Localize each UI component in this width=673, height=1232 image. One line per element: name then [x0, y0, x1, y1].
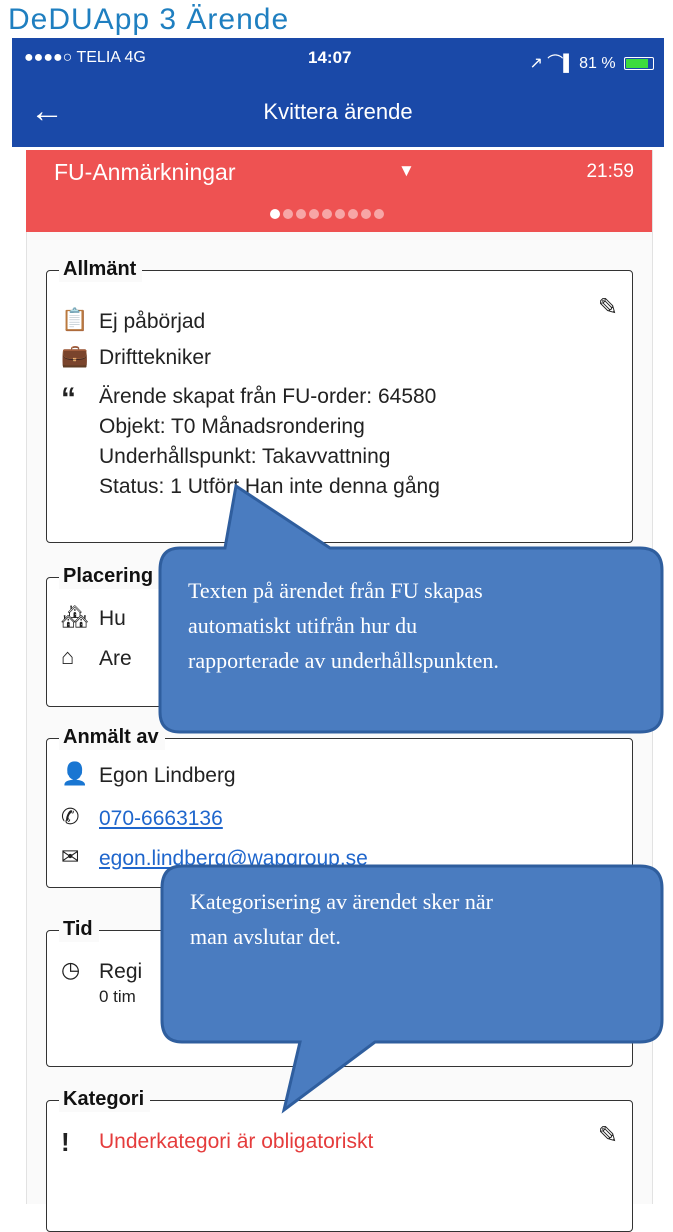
callout-text: Texten på ärendet från FU skapas automat… [188, 573, 499, 678]
home-icon: ⌂ [61, 644, 75, 669]
page-dot[interactable] [348, 209, 358, 219]
area-text: Are [99, 647, 132, 670]
callout-line: Kategorisering av ärendet sker när [190, 889, 493, 914]
phone-row: ✆ 070-6663136 [61, 804, 223, 834]
reporter-name: Egon Lindberg [99, 764, 236, 787]
clipboard-icon: 📋 [61, 307, 89, 332]
page-dot[interactable] [335, 209, 345, 219]
battery-indicator: ↗ ⌒▌ 81 % [529, 49, 654, 73]
header-title: FU-Anmärkningar [54, 159, 236, 185]
section-kategori: Kategori ✎ ! Underkategori är obligatoris… [46, 1086, 633, 1232]
description-row: “ Ärende skapat från FU-order: 64580 Objek… [61, 382, 440, 502]
status-row: 📋 Ej påbörjad [61, 307, 205, 337]
description-line: Ärende skapat från FU-order: 64580 [99, 385, 437, 408]
time-value: 0 tim [99, 987, 136, 1006]
time-label: Regi [99, 960, 143, 983]
callout-line: Texten på ärendet från FU skapas [188, 578, 483, 603]
quote-icon: “ [61, 382, 76, 415]
carrier-label: ●●●●○ TELIA 4G [24, 49, 146, 66]
section-anmalt-av: Anmält av 👤 Egon Lindberg ✆ 070-6663136 ✉ e… [46, 724, 633, 888]
reporter-row: 👤 Egon Lindberg [61, 761, 236, 791]
page-dot[interactable] [322, 209, 332, 219]
briefcase-icon: 💼 [61, 343, 89, 368]
page-dot[interactable] [283, 209, 293, 219]
status-bar: ●●●●○ TELIA 4G 14:07 ↗ ⌒▌ 81 % [12, 38, 664, 77]
description-line: Objekt: T0 Månadsrondering [99, 415, 365, 438]
page-dot[interactable] [361, 209, 371, 219]
email-link[interactable]: egon.lindberg@wapgroup.se [99, 844, 368, 874]
section-legend: Tid [59, 916, 99, 942]
user-icon: 👤 [61, 761, 89, 786]
category-header[interactable]: FU-Anmärkningar ▼ 21:59 [26, 150, 652, 232]
category-warning: Underkategori är obligatoriskt [99, 1130, 374, 1153]
category-warning-row: ! Underkategori är obligatoriskt [61, 1127, 373, 1158]
page-dot[interactable] [270, 209, 280, 219]
area-row: ⌂ Are [61, 644, 132, 674]
envelope-icon: ✉ [61, 844, 80, 869]
pencil-icon[interactable]: ✎ [598, 293, 618, 322]
header-time: 21:59 [586, 161, 634, 182]
page-dots[interactable] [270, 209, 387, 221]
page-dot[interactable] [309, 209, 319, 219]
status-text: Ej påbörjad [99, 310, 206, 333]
callout-line: man avslutar det. [190, 924, 341, 949]
phone-icon: ✆ [61, 804, 80, 829]
placement-row: 🏘 Hu [61, 604, 126, 634]
section-legend: Allmänt [59, 256, 143, 282]
section-legend: Kategori [59, 1086, 151, 1112]
section-allmant: Allmänt ✎ 📋 Ej påbörjad 💼 Drifttekniker “ Ä… [46, 256, 633, 543]
role-text: Drifttekniker [99, 346, 212, 369]
caret-down-icon[interactable]: ▼ [398, 161, 415, 181]
time-row: ◷ Regi [61, 957, 142, 987]
callout-text: Kategorisering av ärendet sker när man a… [190, 884, 493, 954]
description-line: Status: 1 Utfört Han inte denna gång [99, 475, 440, 498]
page-dot[interactable] [296, 209, 306, 219]
email-row: ✉ egon.lindberg@wapgroup.se [61, 844, 368, 874]
clock-icon: ◷ [61, 957, 81, 982]
callout-line: automatiskt utifrån hur du [188, 613, 418, 638]
callout-line: rapporterade av underhållspunkten. [188, 648, 499, 673]
nav-bar: ← Kvittera ärende [12, 77, 664, 147]
page-dot[interactable] [374, 209, 384, 219]
battery-icon [624, 57, 654, 71]
placement-text: Hu [99, 607, 126, 630]
exclamation-icon: ! [61, 1127, 70, 1157]
description-line: Underhållspunkt: Takavvattning [99, 445, 391, 468]
houses-icon: 🏘 [61, 604, 89, 629]
clock: 14:07 [308, 48, 352, 67]
role-row: 💼 Drifttekniker [61, 343, 211, 373]
battery-label: ↗ ⌒▌ 81 % [529, 55, 616, 72]
slide-title: DeDUApp 3 Ärende [8, 3, 290, 36]
description-text: Ärende skapat från FU-order: 64580 Objekt… [99, 382, 440, 502]
page-title: Kvittera ärende [263, 99, 413, 124]
pencil-icon[interactable]: ✎ [598, 1121, 618, 1150]
section-legend: Anmält av [59, 724, 165, 750]
phone-link[interactable]: 070-6663136 [99, 804, 223, 834]
section-legend: Placering [59, 563, 160, 589]
